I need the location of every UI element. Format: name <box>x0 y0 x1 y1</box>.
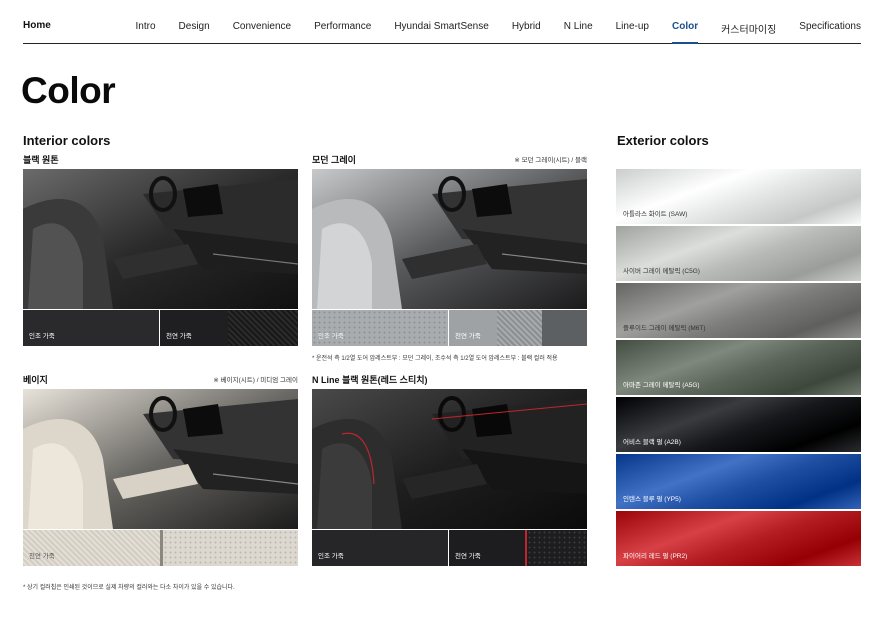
interior-photo-modern-gray <box>312 169 587 309</box>
nav-menu: Intro Design Convenience Performance Hyu… <box>113 21 861 36</box>
interior-option-beige: 베이지 ※ 베이지(시트) / 미디엄 그레이 천연 가죽 <box>23 373 298 568</box>
interior-option-nline-black: N Line 블랙 원톤(레드 스티치) 인조 가죽 천연 가죽 <box>312 373 587 568</box>
interior-name: 모던 그레이 <box>312 155 356 165</box>
exterior-color-swatch[interactable]: 아마존 그레이 메탈릭 (A5G) <box>616 340 861 395</box>
top-navigation: Home Intro Design Convenience Performanc… <box>23 0 861 44</box>
swatch-natural-leather[interactable]: 천연 가죽 <box>449 310 587 346</box>
exterior-color-list: 아틀라스 화이트 (SAW) 사이버 그레이 메탈릭 (C5G) 플루이드 그레이 … <box>616 169 861 568</box>
exterior-color-label: 사이버 그레이 메탈릭 (C5G) <box>623 268 700 275</box>
nav-item-intro[interactable]: Intro <box>136 21 156 36</box>
interior-photo-beige <box>23 389 298 529</box>
nav-home-link[interactable]: Home <box>23 20 51 31</box>
interior-note: ※ 모던 그레이(시트) / 블랙 <box>514 157 587 164</box>
bottom-disclaimer: * 상기 컬러칩은 인쇄된 것이므로 실제 차량의 컬러와는 다소 차이가 있을… <box>23 585 235 591</box>
interior-name: 블랙 원톤 <box>23 155 59 165</box>
nav-item-nline[interactable]: N Line <box>564 21 593 36</box>
nav-item-hybrid[interactable]: Hybrid <box>512 21 541 36</box>
nav-item-performance[interactable]: Performance <box>314 21 371 36</box>
exterior-color-swatch[interactable]: 플루이드 그레이 메탈릭 (M6T) <box>616 283 861 338</box>
swatch-natural-leather[interactable]: 천연 가죽 <box>23 530 298 566</box>
interior-name: 베이지 <box>23 375 48 385</box>
interior-colors-title: Interior colors <box>23 133 111 148</box>
exterior-color-swatch[interactable]: 사이버 그레이 메탈릭 (C5G) <box>616 226 861 281</box>
swatch-synthetic-leather[interactable]: 인조 가죽 <box>312 530 449 566</box>
exterior-color-swatch[interactable]: 인텐스 블루 펄 (YP5) <box>616 454 861 509</box>
nav-active-indicator <box>671 42 699 44</box>
interior-option-modern-gray: 모던 그레이 ※ 모던 그레이(시트) / 블랙 인조 가죽 천연 가죽 * 운… <box>312 153 587 368</box>
nav-item-smartsense[interactable]: Hyundai SmartSense <box>394 21 489 36</box>
exterior-color-swatch[interactable]: 어비스 블랙 펄 (A2B) <box>616 397 861 452</box>
interior-photo-nline-black <box>312 389 587 529</box>
interior-option-black: 블랙 원톤 인조 가죽 천연 가죽 <box>23 153 298 348</box>
exterior-color-label: 플루이드 그레이 메탈릭 (M6T) <box>623 325 706 332</box>
swatch-natural-leather[interactable]: 천연 가죽 <box>449 530 587 566</box>
nav-item-design[interactable]: Design <box>179 21 210 36</box>
interior-note: ※ 베이지(시트) / 미디엄 그레이 <box>213 377 298 384</box>
interior-name: N Line 블랙 원톤(레드 스티치) <box>312 375 428 385</box>
nav-item-customizing[interactable]: 커스터마이징 <box>721 21 776 36</box>
exterior-color-swatch[interactable]: 아틀라스 화이트 (SAW) <box>616 169 861 224</box>
exterior-color-label: 어비스 블랙 펄 (A2B) <box>623 439 681 446</box>
nav-item-specifications[interactable]: Specifications <box>799 21 861 36</box>
interior-photo-black <box>23 169 298 309</box>
nav-item-color[interactable]: Color <box>672 21 698 36</box>
page-title: Color <box>21 70 116 111</box>
exterior-colors-title: Exterior colors <box>617 133 709 148</box>
exterior-color-label: 아마존 그레이 메탈릭 (A5G) <box>623 382 700 389</box>
exterior-color-label: 아틀라스 화이트 (SAW) <box>623 211 688 218</box>
swatch-synthetic-leather[interactable]: 인조 가죽 <box>312 310 449 346</box>
nav-item-lineup[interactable]: Line-up <box>616 21 649 36</box>
swatch-synthetic-leather[interactable]: 인조 가죽 <box>23 310 160 346</box>
exterior-color-label: 파이어리 레드 펄 (PR2) <box>623 553 688 560</box>
exterior-color-swatch[interactable]: 파이어리 레드 펄 (PR2) <box>616 511 861 566</box>
swatch-natural-leather[interactable]: 천연 가죽 <box>160 310 298 346</box>
nav-item-convenience[interactable]: Convenience <box>233 21 291 36</box>
exterior-color-label: 인텐스 블루 펄 (YP5) <box>623 496 681 503</box>
modern-gray-footnote: * 운전석 측 1/2열 도어 암레스트부 : 모던 그레이, 조수석 측 1/… <box>312 356 558 362</box>
